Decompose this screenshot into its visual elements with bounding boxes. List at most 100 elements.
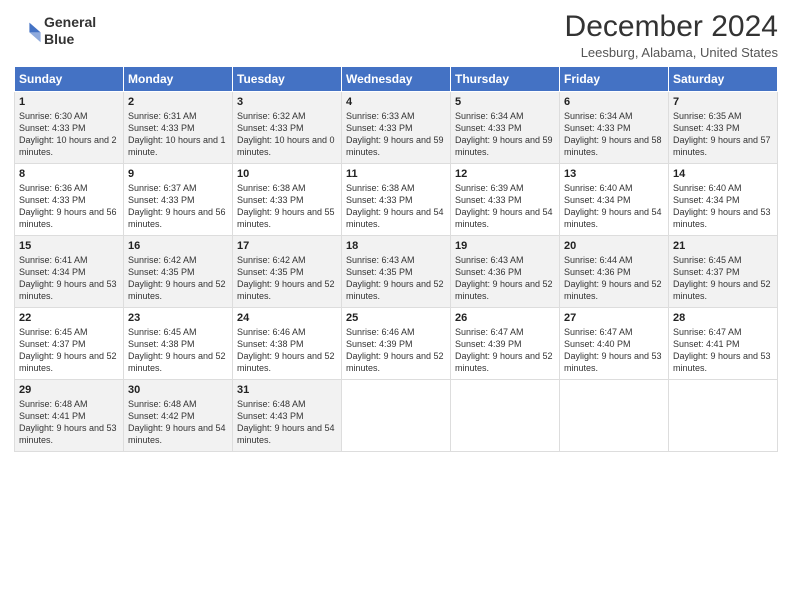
- sunrise-text: Sunrise: 6:44 AM: [564, 255, 633, 265]
- daylight-text: Daylight: 9 hours and 54 minutes.: [128, 423, 226, 445]
- cell-info: Sunrise: 6:41 AMSunset: 4:34 PMDaylight:…: [19, 254, 119, 303]
- sunrise-text: Sunrise: 6:42 AM: [237, 255, 306, 265]
- col-header-tuesday: Tuesday: [233, 67, 342, 92]
- sunset-text: Sunset: 4:41 PM: [19, 411, 86, 421]
- daylight-text: Daylight: 9 hours and 52 minutes.: [237, 279, 335, 301]
- daylight-text: Daylight: 9 hours and 52 minutes.: [237, 351, 335, 373]
- cell-info: Sunrise: 6:33 AMSunset: 4:33 PMDaylight:…: [346, 110, 446, 159]
- sunset-text: Sunset: 4:33 PM: [455, 195, 522, 205]
- calendar-week-5: 29Sunrise: 6:48 AMSunset: 4:41 PMDayligh…: [15, 380, 778, 452]
- header: General Blue December 2024 Leesburg, Ala…: [14, 10, 778, 60]
- calendar-cell: 8Sunrise: 6:36 AMSunset: 4:33 PMDaylight…: [15, 164, 124, 236]
- calendar-cell: 20Sunrise: 6:44 AMSunset: 4:36 PMDayligh…: [560, 236, 669, 308]
- sunset-text: Sunset: 4:37 PM: [19, 339, 86, 349]
- sunrise-text: Sunrise: 6:38 AM: [346, 183, 415, 193]
- calendar-cell: 22Sunrise: 6:45 AMSunset: 4:37 PMDayligh…: [15, 308, 124, 380]
- cell-info: Sunrise: 6:30 AMSunset: 4:33 PMDaylight:…: [19, 110, 119, 159]
- calendar-cell: 18Sunrise: 6:43 AMSunset: 4:35 PMDayligh…: [342, 236, 451, 308]
- sunset-text: Sunset: 4:36 PM: [455, 267, 522, 277]
- calendar-cell: 4Sunrise: 6:33 AMSunset: 4:33 PMDaylight…: [342, 92, 451, 164]
- daylight-text: Daylight: 9 hours and 52 minutes.: [346, 351, 444, 373]
- sunrise-text: Sunrise: 6:36 AM: [19, 183, 88, 193]
- daylight-text: Daylight: 9 hours and 52 minutes.: [19, 351, 117, 373]
- sunset-text: Sunset: 4:33 PM: [237, 123, 304, 133]
- cell-info: Sunrise: 6:43 AMSunset: 4:36 PMDaylight:…: [455, 254, 555, 303]
- sunrise-text: Sunrise: 6:34 AM: [564, 111, 633, 121]
- daylight-text: Daylight: 9 hours and 57 minutes.: [673, 135, 771, 157]
- cell-info: Sunrise: 6:46 AMSunset: 4:38 PMDaylight:…: [237, 326, 337, 375]
- cell-info: Sunrise: 6:45 AM Sunset: 4:37 PM Daylight:…: [19, 326, 119, 375]
- calendar-cell: 14Sunrise: 6:40 AMSunset: 4:34 PMDayligh…: [669, 164, 778, 236]
- day-number: 5: [455, 96, 555, 108]
- logo-icon: [14, 17, 42, 45]
- month-title: December 2024: [565, 10, 778, 43]
- sunset-text: Sunset: 4:33 PM: [346, 123, 413, 133]
- cell-info: Sunrise: 6:45 AMSunset: 4:38 PMDaylight:…: [128, 326, 228, 375]
- cell-info: Sunrise: 6:44 AMSunset: 4:36 PMDaylight:…: [564, 254, 664, 303]
- calendar-cell: 6Sunrise: 6:34 AMSunset: 4:33 PMDaylight…: [560, 92, 669, 164]
- daylight-text: Daylight: 9 hours and 52 minutes.: [346, 279, 444, 301]
- sunset-text: Sunset: 4:33 PM: [346, 195, 413, 205]
- daylight-text: Daylight: 10 hours and 1 minute.: [128, 135, 226, 157]
- sunset-text: Sunset: 4:38 PM: [128, 339, 195, 349]
- day-number: 25: [346, 312, 446, 324]
- sunrise-text: Sunrise: 6:47 AM: [455, 327, 524, 337]
- sunset-text: Sunset: 4:40 PM: [564, 339, 631, 349]
- cell-info: Sunrise: 6:47 AMSunset: 4:39 PMDaylight:…: [455, 326, 555, 375]
- cell-info: Sunrise: 6:42 AMSunset: 4:35 PMDaylight:…: [128, 254, 228, 303]
- calendar-cell: 25Sunrise: 6:46 AMSunset: 4:39 PMDayligh…: [342, 308, 451, 380]
- daylight-text: Daylight: 10 hours and 0 minutes.: [237, 135, 335, 157]
- calendar-week-2: 8Sunrise: 6:36 AMSunset: 4:33 PMDaylight…: [15, 164, 778, 236]
- sunset-text: Sunset: 4:42 PM: [128, 411, 195, 421]
- day-number: 27: [564, 312, 664, 324]
- day-number: 7: [673, 96, 773, 108]
- day-number: 15: [19, 240, 119, 252]
- sunset-text: Sunset: 4:33 PM: [128, 123, 195, 133]
- sunrise-text: Sunrise: 6:47 AM: [564, 327, 633, 337]
- calendar-week-3: 15 Sunrise: 6:41 AMSunset: 4:34 PMDayligh…: [15, 236, 778, 308]
- cell-info: Sunrise: 6:45 AMSunset: 4:37 PMDaylight:…: [673, 254, 773, 303]
- cell-info: Sunrise: 6:36 AMSunset: 4:33 PMDaylight:…: [19, 182, 119, 231]
- sunset-text: Sunset: 4:35 PM: [237, 267, 304, 277]
- sunset-text: Sunset: 4:38 PM: [237, 339, 304, 349]
- calendar-cell: 1Sunrise: 6:30 AMSunset: 4:33 PMDaylight…: [15, 92, 124, 164]
- sunrise-text: Sunrise: 6:40 AM: [564, 183, 633, 193]
- day-number: 17: [237, 240, 337, 252]
- sunrise-text: Sunrise: 6:48 AM: [19, 399, 88, 409]
- calendar-cell: 13Sunrise: 6:40 AMSunset: 4:34 PMDayligh…: [560, 164, 669, 236]
- sunset-text: Sunset: 4:35 PM: [128, 267, 195, 277]
- day-number: 2: [128, 96, 228, 108]
- daylight-text: Daylight: 9 hours and 59 minutes.: [346, 135, 444, 157]
- calendar-cell: 29Sunrise: 6:48 AMSunset: 4:41 PMDayligh…: [15, 380, 124, 452]
- sunset-text: Sunset: 4:33 PM: [564, 123, 631, 133]
- daylight-text: Daylight: 9 hours and 52 minutes.: [673, 279, 771, 301]
- logo: General Blue: [14, 14, 96, 48]
- calendar-cell: [669, 380, 778, 452]
- calendar-table: SundayMondayTuesdayWednesdayThursdayFrid…: [14, 66, 778, 452]
- sunset-text: Sunset: 4:33 PM: [19, 123, 86, 133]
- day-number: 28: [673, 312, 773, 324]
- cell-info: Sunrise: 6:37 AMSunset: 4:33 PMDaylight:…: [128, 182, 228, 231]
- calendar-cell: 24Sunrise: 6:46 AMSunset: 4:38 PMDayligh…: [233, 308, 342, 380]
- sunrise-text: Sunrise: 6:41 AM: [19, 255, 88, 265]
- cell-info: Sunrise: 6:38 AMSunset: 4:33 PMDaylight:…: [346, 182, 446, 231]
- cell-info: Sunrise: 6:47 AMSunset: 4:40 PMDaylight:…: [564, 326, 664, 375]
- calendar-cell: 3Sunrise: 6:32 AMSunset: 4:33 PMDaylight…: [233, 92, 342, 164]
- day-number: 21: [673, 240, 773, 252]
- calendar-cell: [342, 380, 451, 452]
- sunrise-text: Sunrise: 6:45 AM: [19, 327, 88, 337]
- col-header-thursday: Thursday: [451, 67, 560, 92]
- daylight-text: Daylight: 9 hours and 52 minutes.: [564, 279, 662, 301]
- calendar-cell: 15 Sunrise: 6:41 AMSunset: 4:34 PMDayligh…: [15, 236, 124, 308]
- logo-line1: General: [44, 14, 96, 31]
- daylight-text: Daylight: 9 hours and 52 minutes.: [128, 351, 226, 373]
- cell-info: Sunrise: 6:42 AM Sunset: 4:35 PM Daylight:…: [237, 254, 337, 303]
- sunrise-text: Sunrise: 6:30 AM: [19, 111, 88, 121]
- sunrise-text: Sunrise: 6:40 AM: [673, 183, 742, 193]
- sunrise-text: Sunrise: 6:43 AM: [346, 255, 415, 265]
- cell-info: Sunrise: 6:31 AMSunset: 4:33 PMDaylight:…: [128, 110, 228, 159]
- location: Leesburg, Alabama, United States: [565, 45, 778, 60]
- day-number: 1: [19, 96, 119, 108]
- cell-info: Sunrise: 6:48 AMSunset: 4:43 PMDaylight:…: [237, 398, 337, 447]
- cell-info: Sunrise: 6:38 AMSunset: 4:33 PMDaylight:…: [237, 182, 337, 231]
